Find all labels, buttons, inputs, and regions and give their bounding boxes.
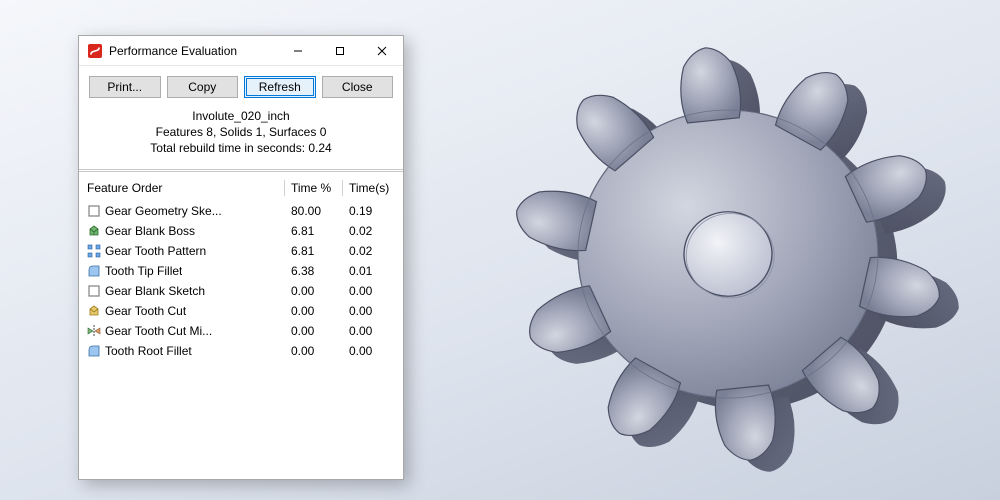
time-percent-cell: 0.00: [285, 281, 343, 301]
fillet-icon: [87, 264, 101, 278]
feature-name-cell: Gear Tooth Cut Mi...: [81, 321, 285, 341]
feature-name: Gear Blank Sketch: [105, 284, 205, 298]
cut-icon: [87, 304, 101, 318]
time-percent-cell: 0.00: [285, 301, 343, 321]
feature-name-cell: Gear Blank Boss: [81, 221, 285, 241]
feature-name: Gear Tooth Cut Mi...: [105, 324, 212, 338]
maximize-button[interactable]: [319, 36, 361, 65]
summary-counts: Features 8, Solids 1, Surfaces 0: [87, 124, 395, 140]
summary-model-name: Involute_020_inch: [87, 108, 395, 124]
feature-name: Gear Tooth Pattern: [105, 244, 206, 258]
table-row[interactable]: Gear Blank Sketch 0.000.00: [81, 281, 401, 301]
fillet-icon: [87, 344, 101, 358]
feature-table: Feature Order Time % Time(s) Gear Geomet…: [81, 176, 401, 361]
feature-name-cell: Gear Tooth Pattern: [81, 241, 285, 261]
time-seconds-cell: 0.00: [343, 281, 401, 301]
titlebar[interactable]: Performance Evaluation: [79, 36, 403, 66]
table-row[interactable]: Gear Tooth Cut 0.000.00: [81, 301, 401, 321]
performance-evaluation-dialog: Performance Evaluation Print... Copy Ref…: [78, 35, 404, 480]
sketch-icon: [87, 284, 101, 298]
table-header-row: Feature Order Time % Time(s): [81, 176, 401, 201]
boss-icon: [87, 224, 101, 238]
mirror-icon: [87, 324, 101, 338]
table-row[interactable]: Gear Tooth Pattern 6.810.02: [81, 241, 401, 261]
col-header-feature[interactable]: Feature Order: [81, 176, 285, 201]
close-button[interactable]: Close: [322, 76, 394, 98]
sketch-icon: [87, 204, 101, 218]
feature-name-cell: Gear Tooth Cut: [81, 301, 285, 321]
time-seconds-cell: 0.01: [343, 261, 401, 281]
model-viewport: [480, 10, 960, 490]
feature-name-cell: Gear Blank Sketch: [81, 281, 285, 301]
time-percent-cell: 6.38: [285, 261, 343, 281]
table-row[interactable]: Gear Blank Boss 6.810.02: [81, 221, 401, 241]
solidworks-icon: [87, 43, 103, 59]
close-window-button[interactable]: [361, 36, 403, 65]
col-header-pct[interactable]: Time %: [285, 176, 343, 201]
time-percent-cell: 0.00: [285, 341, 343, 361]
feature-name: Gear Blank Boss: [105, 224, 195, 238]
rebuild-summary: Involute_020_inch Features 8, Solids 1, …: [79, 106, 403, 167]
feature-name-cell: Tooth Root Fillet: [81, 341, 285, 361]
feature-name: Tooth Root Fillet: [105, 344, 192, 358]
time-seconds-cell: 0.00: [343, 321, 401, 341]
table-row[interactable]: Tooth Tip Fillet 6.380.01: [81, 261, 401, 281]
feature-name: Tooth Tip Fillet: [105, 264, 182, 278]
summary-total-time: Total rebuild time in seconds: 0.24: [87, 140, 395, 156]
time-seconds-cell: 0.02: [343, 241, 401, 261]
time-percent-cell: 80.00: [285, 200, 343, 221]
feature-table-wrapper[interactable]: Feature Order Time % Time(s) Gear Geomet…: [79, 172, 403, 479]
dialog-title: Performance Evaluation: [109, 44, 277, 58]
dialog-toolbar: Print... Copy Refresh Close: [79, 66, 403, 106]
time-percent-cell: 6.81: [285, 241, 343, 261]
time-percent-cell: 6.81: [285, 221, 343, 241]
feature-name-cell: Tooth Tip Fillet: [81, 261, 285, 281]
time-seconds-cell: 0.00: [343, 341, 401, 361]
pattern-icon: [87, 244, 101, 258]
feature-name: Gear Geometry Ske...: [105, 204, 222, 218]
time-seconds-cell: 0.19: [343, 200, 401, 221]
feature-name-cell: Gear Geometry Ske...: [81, 200, 285, 221]
table-row[interactable]: Tooth Root Fillet 0.000.00: [81, 341, 401, 361]
minimize-button[interactable]: [277, 36, 319, 65]
time-percent-cell: 0.00: [285, 321, 343, 341]
col-header-time[interactable]: Time(s): [343, 176, 401, 201]
time-seconds-cell: 0.02: [343, 221, 401, 241]
table-row[interactable]: Gear Geometry Ske... 80.000.19: [81, 200, 401, 221]
table-row[interactable]: Gear Tooth Cut Mi... 0.000.00: [81, 321, 401, 341]
time-seconds-cell: 0.00: [343, 301, 401, 321]
copy-button[interactable]: Copy: [167, 76, 239, 98]
feature-name: Gear Tooth Cut: [105, 304, 186, 318]
print-button[interactable]: Print...: [89, 76, 161, 98]
window-controls: [277, 36, 403, 65]
refresh-button[interactable]: Refresh: [244, 76, 316, 98]
